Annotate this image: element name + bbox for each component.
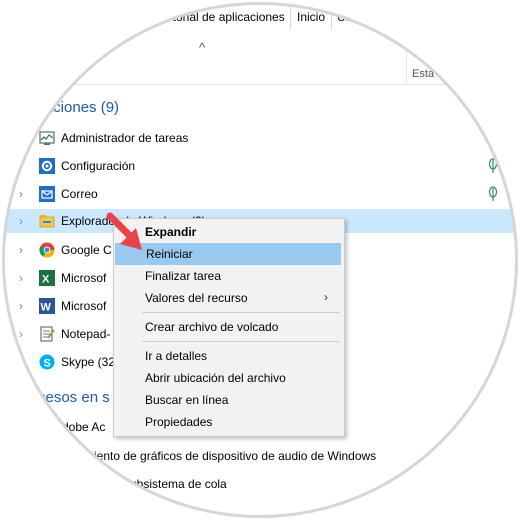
skype-icon: S — [39, 354, 55, 370]
sort-chevron-up-icon[interactable]: ^ — [199, 40, 205, 55]
expand-chevron-icon[interactable]: › — [19, 187, 23, 201]
background-process-row[interactable]: iento de gráficos de dispositivo de audi… — [2, 445, 518, 467]
red-pointer-arrow-icon — [106, 212, 142, 250]
expand-chevron-icon[interactable]: › — [19, 327, 23, 341]
process-label: Microsof — [61, 271, 107, 285]
apps-group-title: icaciones (9) — [34, 99, 120, 116]
column-header — [2, 30, 518, 85]
tab-separator — [122, 2, 123, 30]
tab-users[interactable]: Us — [337, 10, 352, 24]
expand-chevron-icon[interactable]: › — [19, 299, 23, 313]
tab-separator — [290, 2, 291, 30]
column-separator — [406, 30, 407, 84]
menu-item-open-file-location[interactable]: Abrir ubicación del archivo — [114, 367, 344, 389]
zoom-circle: istorial de aplicaciones Inicio Us ^ Est… — [2, 2, 518, 518]
efficiency-leaf-icon — [488, 186, 498, 201]
menu-separator — [142, 341, 340, 342]
submenu-chevron-icon: › — [324, 290, 328, 304]
menu-item-label: Finalizar tarea — [145, 269, 222, 283]
process-label: Configuración — [61, 159, 136, 173]
menu-item-label: Expandir — [145, 225, 197, 239]
process-label: Notepad- — [61, 327, 111, 341]
menu-item-go-to-details[interactable]: Ir a detalles — [114, 345, 344, 367]
svg-text:X: X — [42, 274, 50, 286]
task-manager-icon — [39, 131, 55, 145]
process-label: iento de gráficos de dispositivo de audi… — [94, 449, 377, 463]
word-icon: W — [39, 298, 55, 314]
excel-icon: X — [39, 270, 55, 286]
menu-item-expand[interactable]: Expandir — [114, 221, 344, 243]
process-label: Skype (32 — [61, 355, 116, 369]
tab-separator — [331, 2, 332, 30]
menu-item-label: Crear archivo de volcado — [145, 320, 279, 334]
expand-chevron-icon[interactable]: › — [19, 243, 23, 257]
process-label: Correo — [61, 187, 98, 201]
tab-app-history[interactable]: istorial de aplicaciones — [164, 10, 285, 24]
menu-separator — [142, 312, 340, 313]
menu-item-label: Buscar en línea — [145, 393, 229, 407]
process-row[interactable]: Administrador de tareas — [2, 127, 518, 149]
efficiency-leaf-icon — [488, 158, 498, 173]
background-process-row[interactable]: ubsistema de cola — [2, 473, 518, 495]
expand-chevron-icon[interactable]: › — [19, 214, 23, 228]
expand-chevron-icon[interactable]: › — [19, 271, 23, 285]
menu-item-label: Propiedades — [145, 415, 213, 429]
tab-startup[interactable]: Inicio — [297, 10, 325, 24]
svg-text:W: W — [41, 302, 52, 314]
menu-item-label: Abrir ubicación del archivo — [145, 371, 286, 385]
menu-item-label: Reiniciar — [146, 247, 193, 261]
background-group-title: cesos en s — [38, 389, 110, 406]
menu-item-restart[interactable]: Reiniciar — [115, 243, 341, 265]
process-row[interactable]: Configuración — [2, 155, 518, 177]
chrome-icon — [39, 242, 55, 258]
process-row[interactable]: › Correo — [2, 183, 518, 205]
menu-item-search-online[interactable]: Buscar en línea — [114, 389, 344, 411]
process-label: Administrador de tareas — [61, 131, 189, 145]
menu-item-resource-values[interactable]: Valores del recurso › — [114, 287, 344, 309]
column-separator — [504, 30, 505, 84]
tab-bar: istorial de aplicaciones Inicio Us — [2, 2, 518, 31]
expand-chevron-icon[interactable]: › — [19, 355, 23, 369]
menu-item-label: Ir a detalles — [145, 349, 208, 363]
folder-icon — [39, 215, 55, 228]
svg-text:S: S — [44, 358, 51, 370]
notepad-icon — [40, 326, 55, 342]
process-label: Microsof — [61, 299, 107, 313]
status-column-header[interactable]: Esta — [412, 68, 434, 80]
mail-icon — [39, 186, 55, 202]
menu-item-end-task[interactable]: Finalizar tarea — [114, 265, 344, 287]
process-label: dobe Ac — [62, 420, 106, 434]
process-label: ubsistema de cola — [130, 477, 227, 491]
menu-item-properties[interactable]: Propiedades — [114, 411, 344, 433]
menu-item-label: Valores del recurso — [145, 291, 248, 305]
menu-item-create-dump[interactable]: Crear archivo de volcado — [114, 316, 344, 338]
settings-gear-icon — [39, 158, 55, 174]
